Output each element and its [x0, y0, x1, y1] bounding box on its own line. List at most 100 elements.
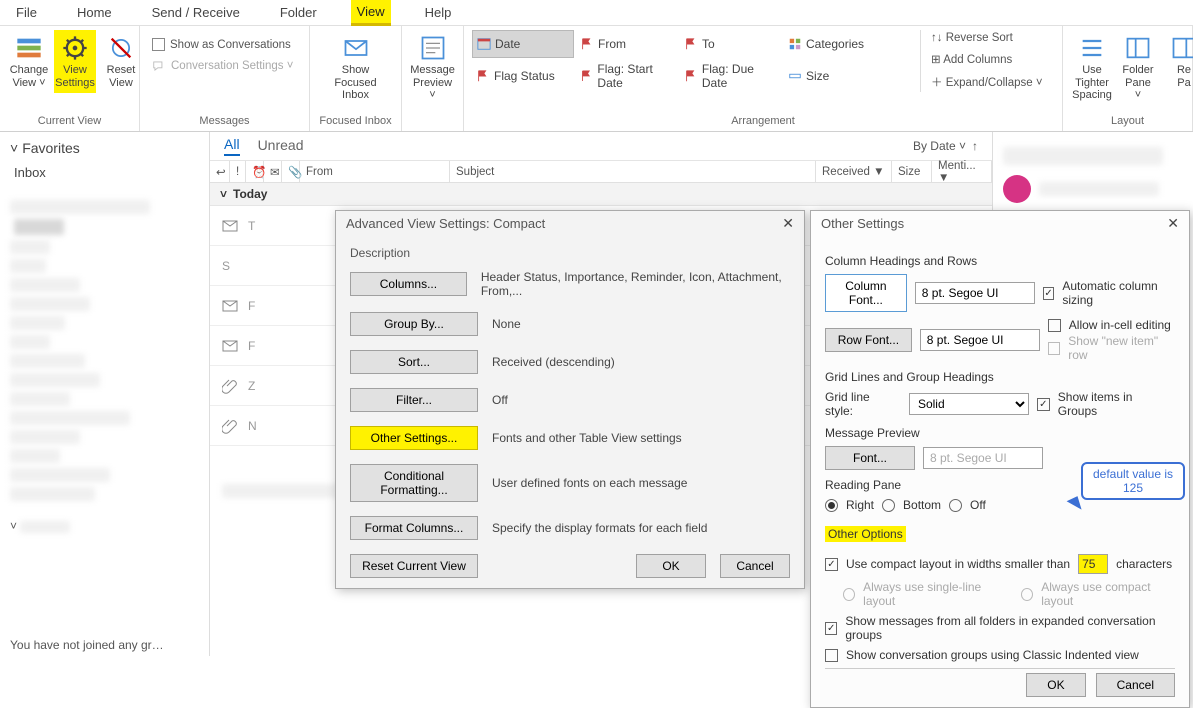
compact-layout-check[interactable]: ✓ [825, 558, 838, 571]
other-options-label: Other Options [825, 526, 906, 542]
received-col[interactable]: Received ▼ [816, 161, 892, 182]
row-font-button[interactable]: Row Font... [825, 328, 912, 352]
reading-pane-button[interactable]: Re Pa [1163, 30, 1193, 106]
add-columns-button[interactable]: ⊞ Add Columns [927, 50, 1047, 68]
description-text: Header Status, Importance, Reminder, Ico… [481, 270, 790, 298]
flag-icon [580, 69, 593, 83]
spacing-icon [1078, 34, 1106, 62]
grid-style-select[interactable]: Solid [909, 393, 1029, 415]
arr-size[interactable]: Size [784, 62, 886, 90]
arrangement-gallery[interactable]: Date From To Categories Flag Status Flag… [472, 30, 912, 92]
arr-flagstart[interactable]: Flag: Start Date [576, 62, 678, 90]
group-today[interactable]: ˅Today [210, 183, 992, 206]
arr-flagstatus[interactable]: Flag Status [472, 62, 574, 90]
reset-view-button[interactable]: Reset View [100, 30, 142, 93]
reverse-sort-button[interactable]: ↑↓ Reverse Sort [927, 30, 1047, 46]
cancel-button[interactable]: Cancel [1096, 673, 1175, 697]
mentions-col[interactable]: Menti... ▼ [932, 161, 992, 182]
reset-icon [107, 34, 135, 62]
chevron-down-icon: ˅ [220, 187, 227, 201]
arr-categories[interactable]: Categories [784, 30, 886, 58]
tighter-spacing-button[interactable]: Use Tighter Spacing [1071, 30, 1113, 106]
filter-button[interactable]: Filter... [350, 388, 478, 412]
arrow-up-icon: ↑ [972, 139, 978, 153]
bottom-note: You have not joined any gr… [10, 638, 164, 652]
reading-right-radio[interactable] [825, 499, 838, 512]
icon-col-icon[interactable]: ✉ [264, 161, 282, 182]
menu-view[interactable]: View [351, 0, 391, 26]
reply-col-icon[interactable]: ↩ [210, 161, 230, 182]
view-settings-button[interactable]: View Settings [54, 30, 96, 93]
show-all-folders-check[interactable]: ✓ [825, 622, 837, 635]
tab-unread[interactable]: Unread [258, 137, 304, 155]
importance-col-icon[interactable]: ! [230, 161, 246, 182]
row-font-value[interactable] [920, 329, 1040, 351]
format-columns-button[interactable]: Format Columns... [350, 516, 478, 540]
compact-text-2: characters [1116, 557, 1172, 571]
menu-bar: File Home Send / Receive Folder View Hel… [0, 0, 1193, 26]
flag-icon [684, 37, 698, 51]
other-settings-button[interactable]: Other Settings... [350, 426, 478, 450]
attach-icon [222, 418, 238, 434]
close-icon[interactable]: ✕ [1167, 215, 1179, 232]
conversation-settings-button[interactable]: Conversation Settings ˅ [148, 57, 301, 75]
in-cell-editing-check[interactable] [1048, 319, 1061, 332]
size-col[interactable]: Size [892, 161, 932, 182]
subject-col[interactable]: Subject [450, 161, 816, 182]
envelope-icon [222, 338, 238, 354]
group-by-button[interactable]: Group By... [350, 312, 478, 336]
menu-folder[interactable]: Folder [274, 1, 323, 24]
change-view-button[interactable]: Change View ˅ [8, 30, 50, 93]
folder-pane-button[interactable]: Folder Pane ˅ [1117, 30, 1159, 106]
from-col[interactable]: From [300, 161, 450, 182]
auto-column-sizing-check[interactable]: ✓ [1043, 287, 1055, 300]
sort-bydate-button[interactable]: By Date ˅ ↑ [913, 139, 978, 153]
compact-width-input[interactable]: 75 [1078, 554, 1108, 574]
ok-button[interactable]: OK [1026, 673, 1085, 697]
menu-help[interactable]: Help [419, 1, 458, 24]
show-focused-inbox-button[interactable]: Show Focused Inbox [318, 30, 393, 106]
inbox-icon [342, 34, 370, 62]
description-text: Specify the display formats for each fie… [492, 521, 707, 535]
ok-button[interactable]: OK [636, 554, 706, 578]
envelope-icon [222, 218, 238, 234]
arr-date[interactable]: Date [472, 30, 574, 58]
always-compact-radio [1021, 588, 1033, 601]
reminder-col-icon[interactable]: ⏰ [246, 161, 264, 182]
arr-flagdue[interactable]: Flag: Due Date [680, 62, 782, 90]
column-font-value[interactable] [915, 282, 1035, 304]
group-label-preview [410, 113, 455, 129]
chevron-down-icon: ˅ [10, 140, 18, 156]
attach-col-icon[interactable]: 📎 [282, 161, 300, 182]
message-preview-button[interactable]: Message Preview ˅ [410, 30, 455, 106]
description-text: None [492, 317, 521, 331]
menu-file[interactable]: File [10, 1, 43, 24]
tab-all[interactable]: All [224, 136, 240, 156]
calendar-icon [477, 37, 491, 51]
single-line-radio [843, 588, 855, 601]
show-in-groups-check[interactable]: ✓ [1037, 398, 1050, 411]
arr-from[interactable]: From [576, 30, 678, 58]
reading-off-radio[interactable] [949, 499, 962, 512]
columns-button[interactable]: Columns... [350, 272, 467, 296]
reset-current-view-button[interactable]: Reset Current View [350, 554, 478, 578]
cancel-button[interactable]: Cancel [720, 554, 790, 578]
preview-font-button[interactable]: Font... [825, 446, 915, 470]
favorites-header[interactable]: Favorites [22, 140, 80, 156]
close-icon[interactable]: ✕ [782, 215, 794, 232]
classic-indented-check[interactable] [825, 649, 838, 662]
dialog-title: Advanced View Settings: Compact [346, 216, 545, 231]
menu-home[interactable]: Home [71, 1, 118, 24]
expand-collapse-button[interactable]: ＋ Expand/Collapse ˅ [927, 72, 1047, 92]
description-label: Description [350, 246, 790, 260]
other-settings-dialog: Other Settings✕ Column Headings and Rows… [810, 210, 1190, 708]
sort-button[interactable]: Sort... [350, 350, 478, 374]
column-font-button[interactable]: Column Font... [825, 274, 907, 312]
conditional-formatting-button[interactable]: Conditional Formatting... [350, 464, 478, 502]
show-as-conversations-check[interactable]: Show as Conversations [148, 36, 301, 53]
reading-bottom-radio[interactable] [882, 499, 895, 512]
arr-to[interactable]: To [680, 30, 782, 58]
flag-icon [684, 69, 698, 83]
menu-sendreceive[interactable]: Send / Receive [146, 1, 246, 24]
inbox-folder[interactable]: Inbox [10, 162, 199, 183]
